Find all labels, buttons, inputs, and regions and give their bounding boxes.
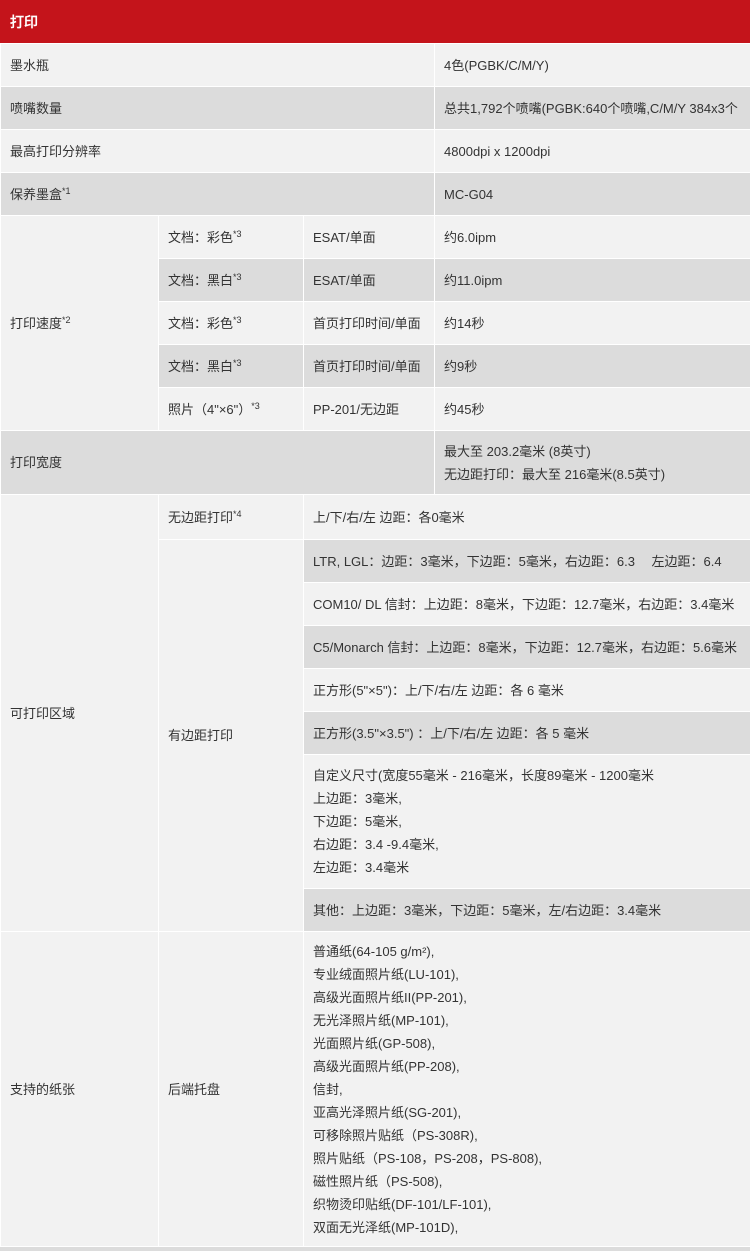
borderless-value: 上/下/右/左 边距：各0毫米 [304,495,750,540]
speed-value: 约14秒 [435,302,750,345]
custom-line: 左边距：3.4毫米 [313,856,741,879]
ink-tank-label: 墨水瓶 [1,44,435,87]
paper-tray: 后端托盘 [159,932,304,1247]
custom-line: 上边距：3毫米, [313,787,741,810]
paper-item: 双面无光泽纸(MP-101D), [313,1216,741,1239]
speed-label: 打印速度*2 [1,216,159,431]
width-line: 最大至 203.2毫米 (8英寸) [444,440,741,463]
speed-value: 约9秒 [435,345,750,388]
paper-item: 可移除照片贴纸（PS-308R), [313,1124,741,1147]
table-row: 最高打印分辨率 4800dpi x 1200dpi [1,130,750,173]
speed-type: 照片（4"×6"）*3 [159,388,304,431]
paper-item: 信封, [313,1078,741,1101]
width-line: 无边距打印：最大至 216毫米(8.5英寸) [444,463,741,486]
paper-item: 亚高光泽照片纸(SG-201), [313,1101,741,1124]
resolution-label: 最高打印分辨率 [1,130,435,173]
speed-mode: ESAT/单面 [304,216,435,259]
cartridge-value: MC-G04 [435,173,750,216]
speed-mode: ESAT/单面 [304,259,435,302]
bordered-item: LTR, LGL：边距：3毫米，下边距：5毫米，右边距：6.3 左边距：6.4 [304,540,750,583]
area-label: 可打印区域 [1,495,159,932]
bordered-other: 其他：上边距：3毫米，下边距：5毫米，左/右边距：3.4毫米 [304,889,750,932]
bordered-item: COM10/ DL 信封：上边距：8毫米，下边距：12.7毫米，右边距：3.4毫… [304,583,750,626]
paper-item: 光面照片纸(GP-508), [313,1032,741,1055]
paper-item: 织物烫印贴纸(DF-101/LF-101), [313,1193,741,1216]
paper-label: 支持的纸张 [1,932,159,1247]
ink-tank-value: 4色(PGBK/C/M/Y) [435,44,750,87]
speed-type: 文档：彩色*3 [159,216,304,259]
width-value: 最大至 203.2毫米 (8英寸) 无边距打印：最大至 216毫米(8.5英寸) [435,431,750,495]
table-row: 保养墨盒*1 MC-G04 [1,173,750,216]
table-row: 喷嘴数量 总共1,792个喷嘴(PGBK:640个喷嘴,C/M/Y 384x3个 [1,87,750,130]
borderless-label: 无边距打印*4 [159,495,304,540]
width-label: 打印宽度 [1,431,435,495]
paper-item: 照片贴纸（PS-108，PS-208，PS-808), [313,1147,741,1170]
speed-type: 文档：黑白*3 [159,345,304,388]
cartridge-label: 保养墨盒*1 [1,173,435,216]
bordered-item: C5/Monarch 信封：上边距：8毫米，下边距：12.7毫米，右边距：5.6… [304,626,750,669]
divider [0,1247,750,1251]
spec-table: 墨水瓶 4色(PGBK/C/M/Y) 喷嘴数量 总共1,792个喷嘴(PGBK:… [0,43,750,1247]
speed-type: 文档：黑白*3 [159,259,304,302]
nozzles-value: 总共1,792个喷嘴(PGBK:640个喷嘴,C/M/Y 384x3个 [435,87,750,130]
paper-item: 磁性照片纸（PS-508), [313,1170,741,1193]
custom-line: 下边距：5毫米, [313,810,741,833]
speed-type: 文档：彩色*3 [159,302,304,345]
speed-mode: 首页打印时间/单面 [304,345,435,388]
bordered-item: 正方形(5"×5")：上/下/右/左 边距：各 6 毫米 [304,669,750,712]
nozzles-label: 喷嘴数量 [1,87,435,130]
resolution-value: 4800dpi x 1200dpi [435,130,750,173]
speed-value: 约6.0ipm [435,216,750,259]
paper-list: 普通纸(64-105 g/m²), 专业绒面照片纸(LU-101), 高级光面照… [304,932,750,1247]
section-title: 打印 [10,12,38,32]
speed-mode: PP-201/无边距 [304,388,435,431]
table-row: 墨水瓶 4色(PGBK/C/M/Y) [1,44,750,87]
custom-size-cell: 自定义尺寸(宽度55毫米 - 216毫米，长度89毫米 - 1200毫米 上边距… [304,755,750,889]
paper-item: 高级光面照片纸(PP-208), [313,1055,741,1078]
paper-item: 无光泽照片纸(MP-101), [313,1009,741,1032]
paper-item: 普通纸(64-105 g/m²), [313,940,741,963]
table-row: 支持的纸张 后端托盘 普通纸(64-105 g/m²), 专业绒面照片纸(LU-… [1,932,750,1247]
table-row: 打印宽度 最大至 203.2毫米 (8英寸) 无边距打印：最大至 216毫米(8… [1,431,750,495]
table-row: 可打印区域 无边距打印*4 上/下/右/左 边距：各0毫米 [1,495,750,540]
table-row: 打印速度*2 文档：彩色*3 ESAT/单面 约6.0ipm [1,216,750,259]
paper-item: 高级光面照片纸II(PP-201), [313,986,741,1009]
section-header: 打印 [0,0,750,43]
paper-item: 专业绒面照片纸(LU-101), [313,963,741,986]
speed-value: 约45秒 [435,388,750,431]
speed-mode: 首页打印时间/单面 [304,302,435,345]
bordered-item: 正方形(3.5"×3.5") ：上/下/右/左 边距：各 5 毫米 [304,712,750,755]
speed-value: 约11.0ipm [435,259,750,302]
custom-line: 自定义尺寸(宽度55毫米 - 216毫米，长度89毫米 - 1200毫米 [313,764,741,787]
custom-line: 右边距：3.4 -9.4毫米, [313,833,741,856]
bordered-label: 有边距打印 [159,540,304,932]
